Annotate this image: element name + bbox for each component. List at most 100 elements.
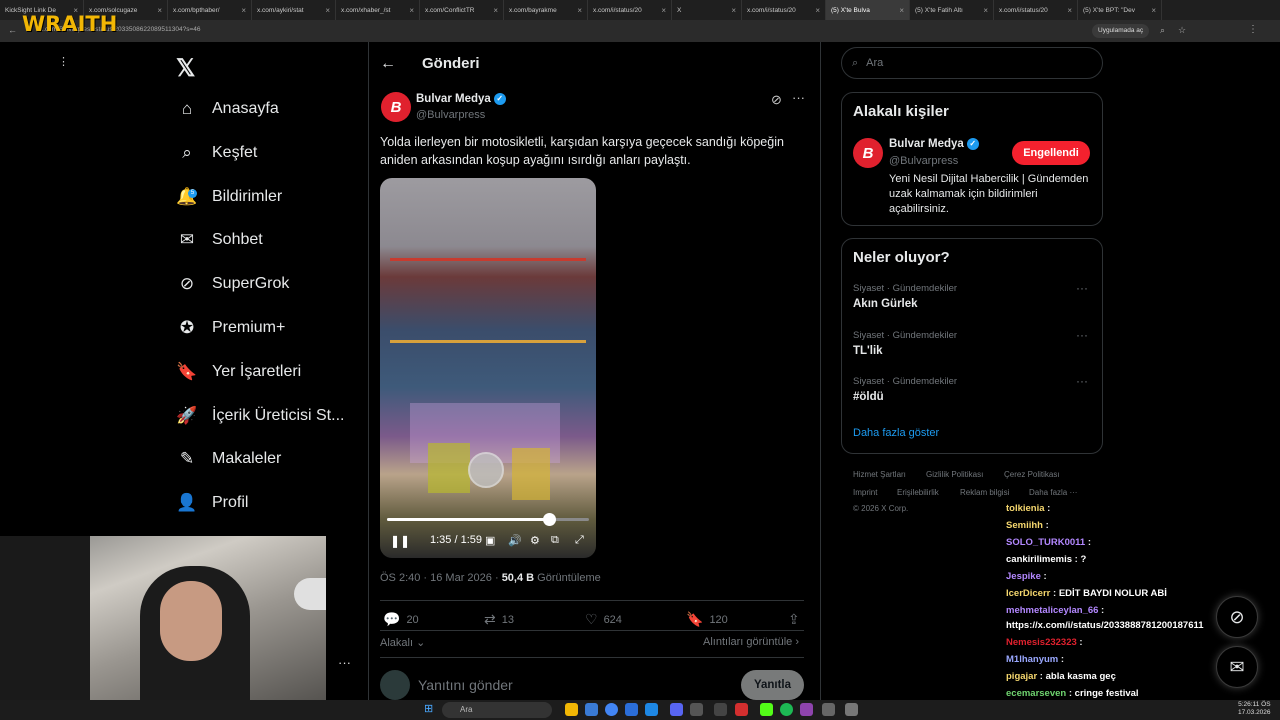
close-tab-icon[interactable]: × — [661, 6, 666, 15]
trend-more-icon[interactable]: ··· — [1076, 328, 1088, 342]
sidebar-item-i-çerik-üreticisi-st-[interactable]: 🚀 İçerik Üreticisi St... — [176, 399, 366, 433]
footer-link[interactable]: Gizlilik Politikası — [926, 470, 983, 479]
browser-tab[interactable]: x.com/aykiri/stat × — [252, 0, 336, 20]
app-icon[interactable] — [690, 703, 703, 716]
app-icon[interactable] — [800, 703, 813, 716]
dock-icon[interactable]: ⧉ — [551, 534, 559, 547]
bookmark-button[interactable]: 🔖 120 — [686, 611, 728, 628]
open-in-app-button[interactable]: Uygulamada aç — [1092, 24, 1150, 38]
volume-icon[interactable]: 🔊 — [508, 534, 522, 547]
app-icon[interactable] — [822, 703, 835, 716]
close-tab-icon[interactable]: × — [493, 6, 498, 15]
discord-icon[interactable] — [670, 703, 683, 716]
taskbar-clock[interactable]: 5:26:11 ÖS 17.03.2026 — [1238, 701, 1271, 717]
address-bar[interactable]: ← x.com/Bulvarpress/status/2033508622089… — [0, 20, 1280, 42]
close-tab-icon[interactable]: × — [899, 6, 904, 15]
trend-more-icon[interactable]: ··· — [1076, 374, 1088, 388]
video-progress-bar[interactable] — [387, 513, 589, 526]
file-explorer-icon[interactable] — [565, 703, 578, 716]
back-arrow-icon[interactable]: ← — [380, 55, 396, 73]
close-tab-icon[interactable]: × — [325, 6, 330, 15]
fullscreen-icon[interactable]: ⤢ — [575, 534, 584, 547]
chrome-icon[interactable] — [605, 703, 618, 716]
messages-fab-icon[interactable]: ✉ — [1216, 646, 1258, 688]
author-name-row[interactable]: Bulvar Medya ✓ — [416, 93, 506, 105]
related-avatar[interactable]: B — [853, 138, 883, 168]
app-icon[interactable] — [625, 703, 638, 716]
browser-tab[interactable]: x.com/i/status/20 × — [994, 0, 1078, 20]
related-name-row[interactable]: Bulvar Medya ✓ — [889, 138, 979, 150]
trend-name[interactable]: Akın Gürlek — [853, 298, 918, 310]
browser-tab[interactable]: (5) X'te Fatih Altı × — [910, 0, 994, 20]
app-icon[interactable] — [585, 703, 598, 716]
browser-tab[interactable]: x.com/bayrakme × — [504, 0, 588, 20]
sidebar-item-premium-[interactable]: ✪ Premium+ — [176, 311, 366, 345]
chat-username[interactable]: Nemesis232323 — [1006, 637, 1077, 648]
back-icon[interactable]: ← — [8, 25, 17, 35]
view-quotes-link[interactable]: Alıntıları görüntüle › — [703, 636, 799, 648]
captions-icon[interactable]: ▣ — [485, 534, 495, 547]
trend-name[interactable]: TL'lik — [853, 345, 883, 357]
author-avatar[interactable]: B — [381, 92, 411, 122]
chat-username[interactable]: mehmetaliceylan_66 — [1006, 605, 1098, 616]
show-more-link[interactable]: Daha fazla göster — [853, 427, 939, 439]
close-tab-icon[interactable]: × — [815, 6, 820, 15]
chat-username[interactable]: Semiihh — [1006, 520, 1043, 531]
sidebar-item-keşfet[interactable]: ⌕ Keşfet — [176, 136, 366, 170]
reply-button[interactable]: 💬 20 — [383, 611, 419, 628]
chat-username[interactable]: ecemarseven — [1006, 688, 1066, 699]
reply-submit-button[interactable]: Yanıtla — [741, 670, 804, 700]
close-tab-icon[interactable]: × — [983, 6, 988, 15]
pause-icon[interactable]: ❚❚ — [390, 534, 410, 548]
close-tab-icon[interactable]: × — [1067, 6, 1072, 15]
repost-button[interactable]: ⇄ 13 — [484, 611, 514, 628]
author-handle[interactable]: @Bulvarpress — [416, 109, 485, 121]
share-button[interactable]: ⇪ — [788, 611, 800, 628]
blocked-button[interactable]: Engellendi — [1012, 141, 1090, 165]
taskbar-search[interactable]: Ara — [442, 702, 552, 718]
chat-username[interactable]: IcerDicerr — [1006, 588, 1050, 599]
close-tab-icon[interactable]: × — [409, 6, 414, 15]
sidebar-item-sohbet[interactable]: ✉ Sohbet — [176, 223, 366, 257]
footer-link[interactable]: Imprint — [853, 488, 877, 497]
settings-icon[interactable]: ⚙ — [530, 534, 540, 547]
footer-link[interactable]: Hizmet Şartları — [853, 470, 906, 479]
more-menu-icon[interactable]: ⋮ — [58, 55, 69, 68]
browser-tab[interactable]: (5) X'te BPT: "Dev × — [1078, 0, 1162, 20]
sidebar-item-yer-i-şaretleri[interactable]: 🔖 Yer İşaretleri — [176, 355, 366, 389]
browser-tab[interactable]: x.com/i/status/20 × — [742, 0, 826, 20]
video-scrub-handle[interactable] — [542, 513, 556, 526]
related-name[interactable]: Bulvar Medya — [889, 138, 964, 150]
app-icon[interactable] — [735, 703, 748, 716]
search-input[interactable]: ⌕ Ara — [841, 47, 1103, 79]
spotify-icon[interactable] — [780, 703, 793, 716]
kick-icon[interactable] — [760, 703, 773, 716]
author-name[interactable]: Bulvar Medya — [416, 93, 491, 105]
grok-icon[interactable]: ⊘ — [771, 92, 782, 108]
close-tab-icon[interactable]: × — [577, 6, 582, 15]
edge-icon[interactable] — [645, 703, 658, 716]
sidebar-item-makaleler[interactable]: ✎ Makaleler — [176, 442, 366, 476]
footer-link[interactable]: Çerez Politikası — [1004, 470, 1060, 479]
more-icon[interactable]: ··· — [338, 655, 351, 670]
chat-username[interactable]: tolkienia — [1006, 503, 1045, 514]
related-dropdown[interactable]: Alakalı ⌄ — [380, 636, 425, 649]
app-icon[interactable] — [845, 703, 858, 716]
reply-input[interactable]: Yanıtını gönder — [418, 677, 513, 693]
footer-link[interactable]: Reklam bilgisi — [960, 488, 1009, 497]
browser-tab[interactable]: x.com/bpthaber/ × — [168, 0, 252, 20]
browser-tab[interactable]: X × — [672, 0, 742, 20]
sidebar-item-anasayfa[interactable]: ⌂ Anasayfa — [176, 92, 366, 126]
close-tab-icon[interactable]: × — [241, 6, 246, 15]
browser-tab[interactable]: x.com/xhaber_/st × — [336, 0, 420, 20]
footer-link[interactable]: Erişilebilirlik — [897, 488, 939, 497]
grok-fab-icon[interactable]: ⊘ — [1216, 596, 1258, 638]
trend-more-icon[interactable]: ··· — [1076, 281, 1088, 295]
browser-tab[interactable]: x.com/i/status/20 × — [588, 0, 672, 20]
star-icon[interactable]: ☆ — [1178, 25, 1186, 36]
app-icon[interactable] — [714, 703, 727, 716]
chat-username[interactable]: M1lhanyum — [1006, 654, 1058, 665]
close-tab-icon[interactable]: × — [731, 6, 736, 15]
more-options-icon[interactable]: ··· — [792, 90, 805, 105]
close-tab-icon[interactable]: × — [157, 6, 162, 15]
